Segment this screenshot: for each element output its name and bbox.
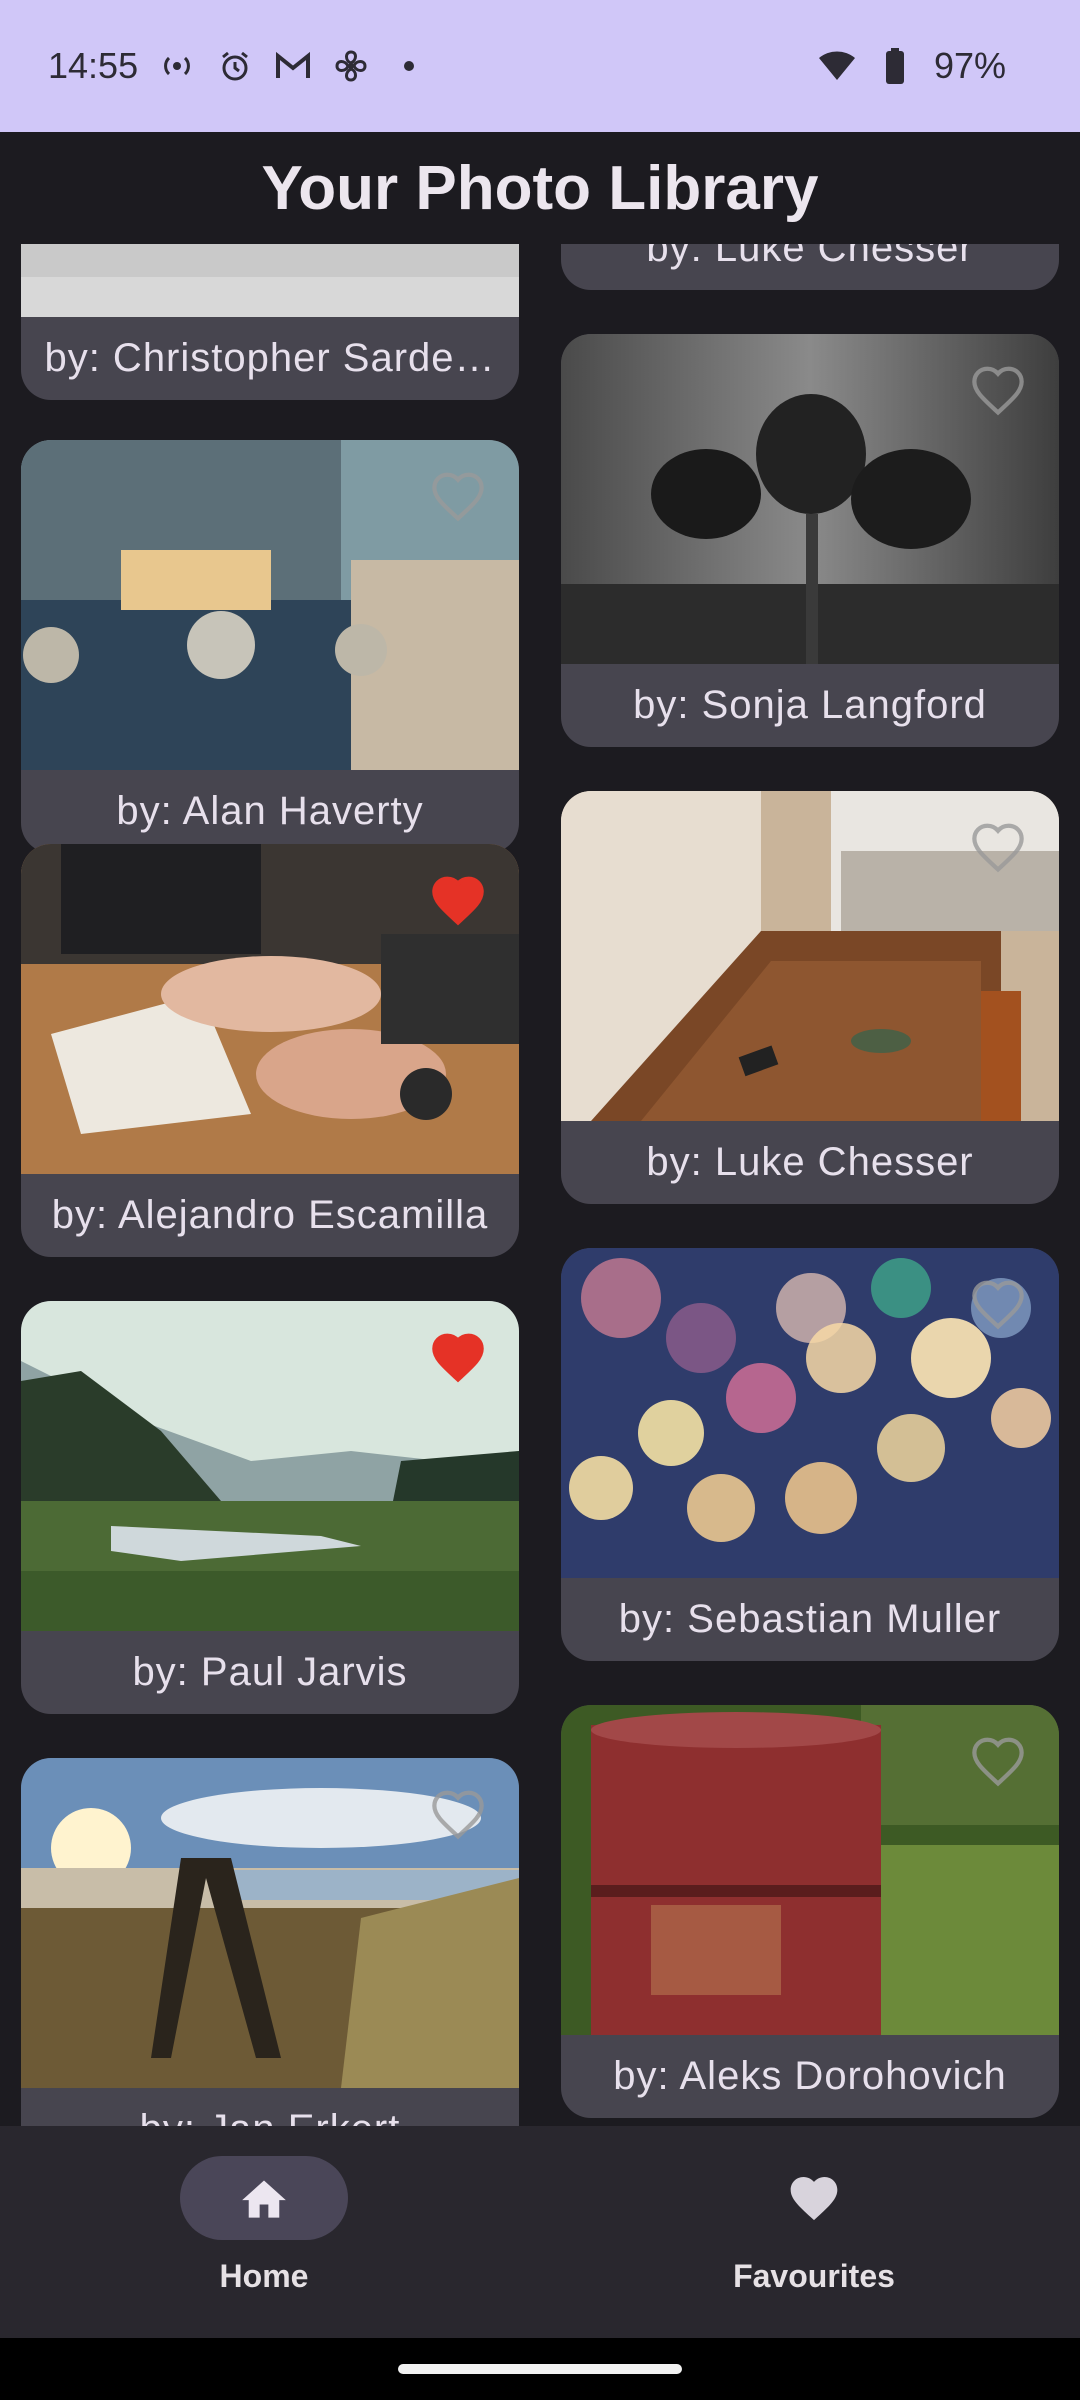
photo-image	[21, 244, 519, 317]
photo-caption: by: Luke Chesser	[646, 244, 974, 270]
favourite-heart-icon[interactable]	[969, 1278, 1027, 1330]
photo-card[interactable]: by: Alan Haverty	[21, 440, 519, 853]
favourite-heart-icon[interactable]	[429, 1331, 487, 1383]
photo-caption: by: Christopher Sarde…	[44, 336, 496, 380]
status-left: 14:55	[48, 45, 428, 87]
hotspot-icon	[158, 47, 196, 85]
battery-icon	[876, 47, 914, 85]
photo-card[interactable]: by: Luke Chesser	[561, 244, 1059, 290]
photo-caption: by: Aleks Dorohovich	[613, 2054, 1007, 2098]
favourite-heart-icon[interactable]	[969, 1735, 1027, 1787]
photo-grid[interactable]: by: Christopher Sarde… by: Alan Haverty	[0, 244, 1080, 2126]
photo-card[interactable]: by: Paul Jarvis	[21, 1301, 519, 1714]
photo-card[interactable]: by: Sebastian Muller	[561, 1248, 1059, 1661]
favourite-heart-icon[interactable]	[969, 821, 1027, 873]
nav-item-home[interactable]: Home	[114, 2156, 414, 2316]
home-gesture-bar[interactable]	[398, 2364, 682, 2374]
favourite-heart-icon[interactable]	[429, 874, 487, 926]
photo-caption: by: Luke Chesser	[646, 1140, 974, 1184]
photo-card[interactable]: by: Christopher Sarde…	[21, 244, 519, 400]
nav-label-home: Home	[219, 2258, 309, 2294]
photo-card[interactable]: by: Sonja Langford	[561, 334, 1059, 747]
favourite-heart-icon[interactable]	[429, 1788, 487, 1840]
alarm-icon	[216, 47, 254, 85]
photo-card[interactable]: by: Alejandro Escamilla	[21, 844, 519, 1257]
photo-caption: by: Alejandro Escamilla	[51, 1193, 489, 1237]
photo-caption: by: Alan Haverty	[116, 789, 424, 833]
status-time: 14:55	[48, 45, 139, 86]
photo-card[interactable]: by: Jan Erkert	[21, 1758, 519, 2126]
dot-icon	[390, 47, 428, 85]
nav-icon-container	[730, 2156, 898, 2240]
nav-active-indicator	[180, 2156, 348, 2240]
battery-percentage: 97%	[933, 45, 1006, 86]
photo-caption: by: Sebastian Muller	[618, 1597, 1002, 1641]
photo-card[interactable]: by: Luke Chesser	[561, 791, 1059, 1204]
photo-caption: by: Paul Jarvis	[132, 1650, 408, 1694]
favourite-heart-icon[interactable]	[969, 364, 1027, 416]
photo-card[interactable]: by: Aleks Dorohovich	[561, 1705, 1059, 2118]
gmail-icon	[274, 47, 312, 85]
photo-caption: by: Sonja Langford	[633, 683, 987, 727]
fan-icon	[332, 47, 370, 85]
heart-icon	[790, 2177, 838, 2221]
wifi-icon	[818, 47, 856, 85]
bottom-navigation: Home Favourites	[0, 2126, 1080, 2338]
home-icon	[242, 2180, 286, 2218]
status-right: 97%	[818, 45, 1006, 87]
page-title: Your Photo Library	[261, 153, 819, 223]
photo-caption: by: Jan Erkert	[21, 2088, 519, 2126]
favourite-heart-icon[interactable]	[429, 470, 487, 522]
nav-label-favourites: Favourites	[733, 2258, 895, 2294]
nav-item-favourites[interactable]: Favourites	[664, 2156, 964, 2316]
status-bar: 14:55 97%	[0, 0, 1080, 132]
